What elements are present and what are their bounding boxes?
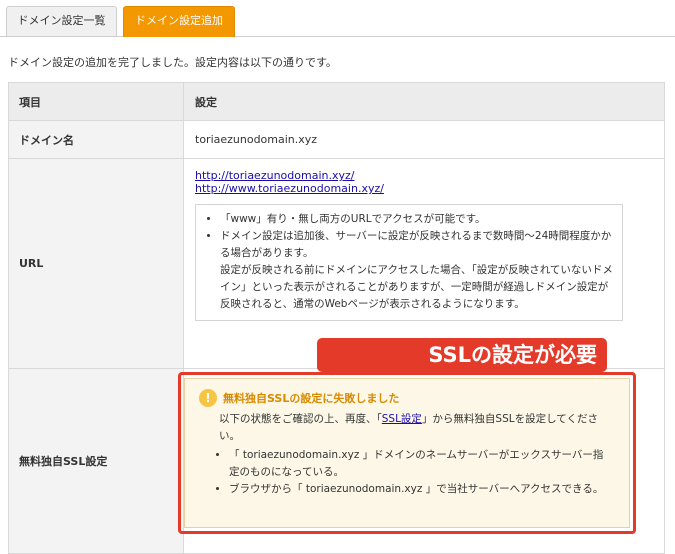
- table-row: ドメイン名 toriaezunodomain.xyz: [8, 120, 665, 159]
- tab-bar: ドメイン設定一覧 ドメイン設定追加: [0, 0, 675, 37]
- table-header-row: 項目 設定: [8, 82, 665, 121]
- header-item: 項目: [8, 82, 184, 121]
- domain-value: toriaezunodomain.xyz: [183, 120, 665, 159]
- tab-domain-add[interactable]: ドメイン設定追加: [123, 6, 235, 37]
- url-link-root[interactable]: http://toriaezunodomain.xyz/: [195, 169, 354, 182]
- highlight-frame: [178, 372, 636, 534]
- url-link-www[interactable]: http://www.toriaezunodomain.xyz/: [195, 182, 384, 195]
- callout-label: SSLの設定が必要: [317, 338, 607, 372]
- url-label: URL: [8, 158, 184, 369]
- ssl-label: 無料独自SSL設定: [8, 368, 184, 554]
- url-cell: http://toriaezunodomain.xyz/ http://www.…: [183, 158, 665, 369]
- header-setting: 設定: [183, 82, 665, 121]
- list-item: 「www」有り・無し両方のURLでアクセスが可能です。: [220, 211, 614, 228]
- domain-label: ドメイン名: [8, 120, 184, 159]
- table-row: URL http://toriaezunodomain.xyz/ http://…: [8, 158, 665, 369]
- tab-domain-list[interactable]: ドメイン設定一覧: [6, 6, 117, 36]
- url-notes-box: 「www」有り・無し両方のURLでアクセスが可能です。 ドメイン設定は追加後、サ…: [195, 204, 623, 321]
- list-item: ドメイン設定は追加後、サーバーに設定が反映されるまで数時間〜24時間程度かかる場…: [220, 228, 614, 313]
- completion-message: ドメイン設定の追加を完了しました。設定内容は以下の通りです。: [8, 56, 337, 69]
